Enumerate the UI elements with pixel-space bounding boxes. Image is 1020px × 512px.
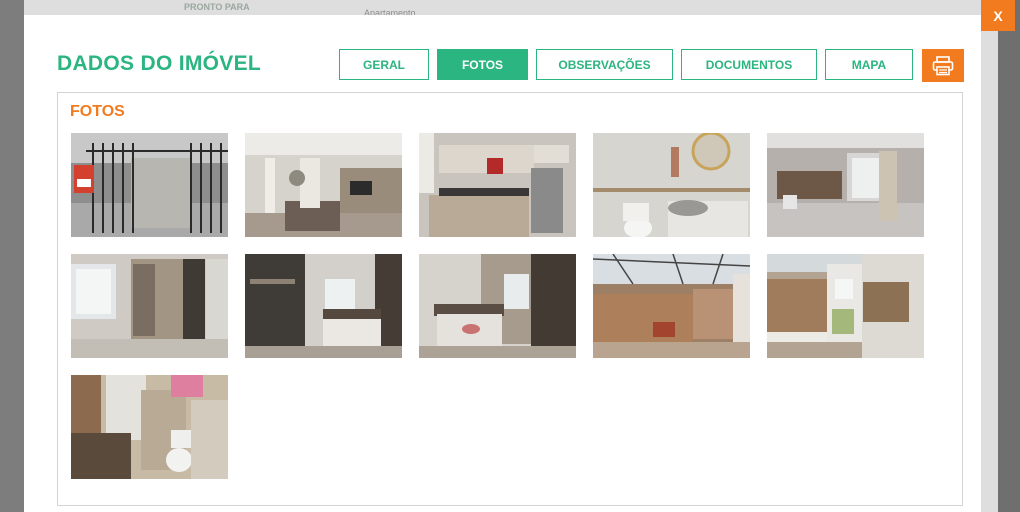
photo-gated-entrance[interactable] — [71, 133, 228, 237]
close-button[interactable]: X — [981, 0, 1015, 31]
modal-title: DADOS DO IMÓVEL — [57, 52, 262, 75]
photo-bathroom-toilet[interactable] — [71, 375, 228, 479]
photos-panel: FOTOS — [57, 92, 963, 506]
photo-bedroom-single-bed[interactable] — [419, 254, 576, 358]
photo-living-room-stairs[interactable] — [245, 133, 402, 237]
photos-section-title: FOTOS — [70, 103, 125, 120]
tab-mapa[interactable]: MAPA — [825, 49, 913, 80]
photo-patio-covered[interactable] — [767, 254, 924, 358]
photo-empty-room[interactable] — [767, 133, 924, 237]
tab-documentos[interactable]: DOCUMENTOS — [681, 49, 817, 80]
background-status-text: PRONTO PARA — [184, 2, 250, 12]
tab-geral[interactable]: GERAL — [339, 49, 429, 80]
photo-patio-brick-wall[interactable] — [593, 254, 750, 358]
property-details-modal: DADOS DO IMÓVEL GERAL FOTOS OBSERVAÇÕES … — [24, 15, 981, 512]
tab-observacoes[interactable]: OBSERVAÇÕES — [536, 49, 673, 80]
photo-bedroom-double-bed[interactable] — [245, 254, 402, 358]
photo-kitchen[interactable] — [419, 133, 576, 237]
photo-bedroom-wardrobe[interactable] — [71, 254, 228, 358]
print-button[interactable] — [922, 49, 964, 82]
tab-fotos[interactable]: FOTOS — [437, 49, 528, 80]
printer-icon — [932, 55, 954, 75]
photo-bathroom-sink[interactable] — [593, 133, 750, 237]
background-scrollbar-area — [998, 0, 1020, 512]
